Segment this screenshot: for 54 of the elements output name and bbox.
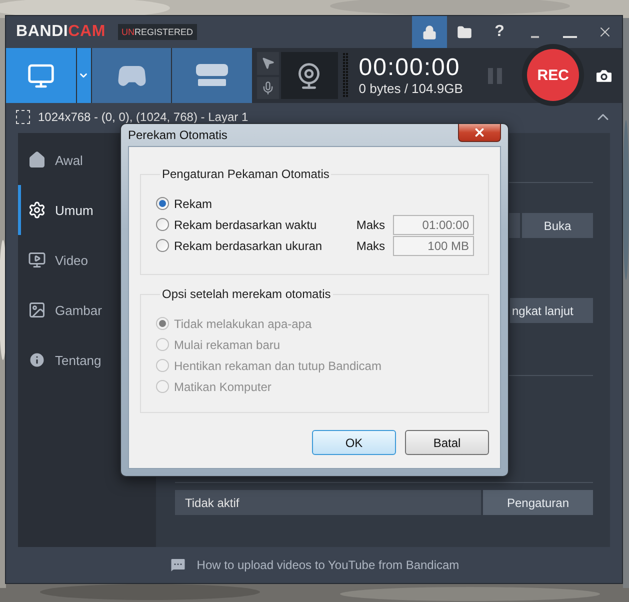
help-link[interactable]: How to upload videos to YouTube from Bandicam (196, 558, 460, 572)
advanced-button[interactable]: ngkat lanjut (510, 298, 593, 323)
screen-mode-tab[interactable] (6, 48, 76, 103)
region-icon (16, 110, 30, 124)
minimize-icon (562, 36, 576, 38)
monitor-icon (26, 62, 55, 90)
radio-button[interactable]: Rekam (156, 196, 212, 210)
limit-label: Maks (356, 238, 385, 252)
microphone-button[interactable] (257, 76, 279, 99)
info-icon (28, 351, 46, 369)
settings-button[interactable]: Pengaturan (483, 490, 593, 515)
sidebar-item[interactable]: Video (18, 235, 156, 285)
status-text: Tidak aktif (175, 490, 481, 515)
video-settings-icon (28, 251, 46, 269)
hdmi-device-icon (194, 64, 230, 88)
ok-button[interactable]: OK (312, 430, 396, 455)
radio-button[interactable]: Rekam berdasarkan waktu (156, 218, 317, 232)
radio-button[interactable]: Rekam berdasarkan ukuran (156, 238, 322, 252)
app-logo: BANDICAM (16, 23, 106, 41)
webcam-button[interactable] (280, 52, 338, 99)
cancel-button[interactable]: Batal (405, 430, 489, 455)
record-timer: 00:00:00 (358, 55, 462, 81)
file-size-text: 0 bytes / 104.9GB (358, 81, 464, 96)
registration-badge: UNREGISTERED (118, 24, 198, 40)
open-button[interactable]: Buka (522, 213, 593, 238)
hdmi-mode-tab[interactable] (172, 48, 252, 103)
record-button[interactable]: REC (527, 49, 580, 101)
settings-icon (28, 201, 46, 219)
limit-field[interactable]: 01:00:00 (393, 214, 474, 234)
image-settings-icon (28, 301, 46, 319)
game-mode-tab[interactable] (92, 48, 172, 103)
help-button[interactable]: ? (482, 16, 517, 48)
limit-label: Maks (356, 218, 385, 232)
sidebar-item[interactable]: Gambar (18, 285, 156, 335)
chat-icon (168, 556, 187, 574)
region-text: 1024x768 - (0, 0), (1024, 768) - Layar 1 (38, 110, 248, 124)
minimize-icon (530, 36, 538, 38)
dialog-title: Perekam Otomatis (128, 128, 228, 142)
group-title: Pengaturan Pekaman Otomatis (161, 167, 330, 181)
folder-icon (457, 24, 472, 40)
cursor-icon (261, 56, 276, 70)
sidebar-item[interactable]: Tentang (18, 335, 156, 385)
group-title: Opsi setelah merekam otomatis (161, 287, 332, 301)
lock-icon (422, 24, 437, 40)
meter-drawing (342, 52, 349, 99)
close-button[interactable] (458, 124, 501, 142)
pause-icon (488, 68, 502, 84)
lock-button[interactable] (412, 16, 447, 48)
microphone-icon (261, 80, 276, 95)
limit-field[interactable]: 100 MB (393, 236, 474, 256)
home-icon (28, 151, 46, 169)
close-icon (473, 126, 486, 139)
mode-dropdown-button[interactable] (76, 48, 91, 103)
cursor-button[interactable] (257, 52, 279, 74)
